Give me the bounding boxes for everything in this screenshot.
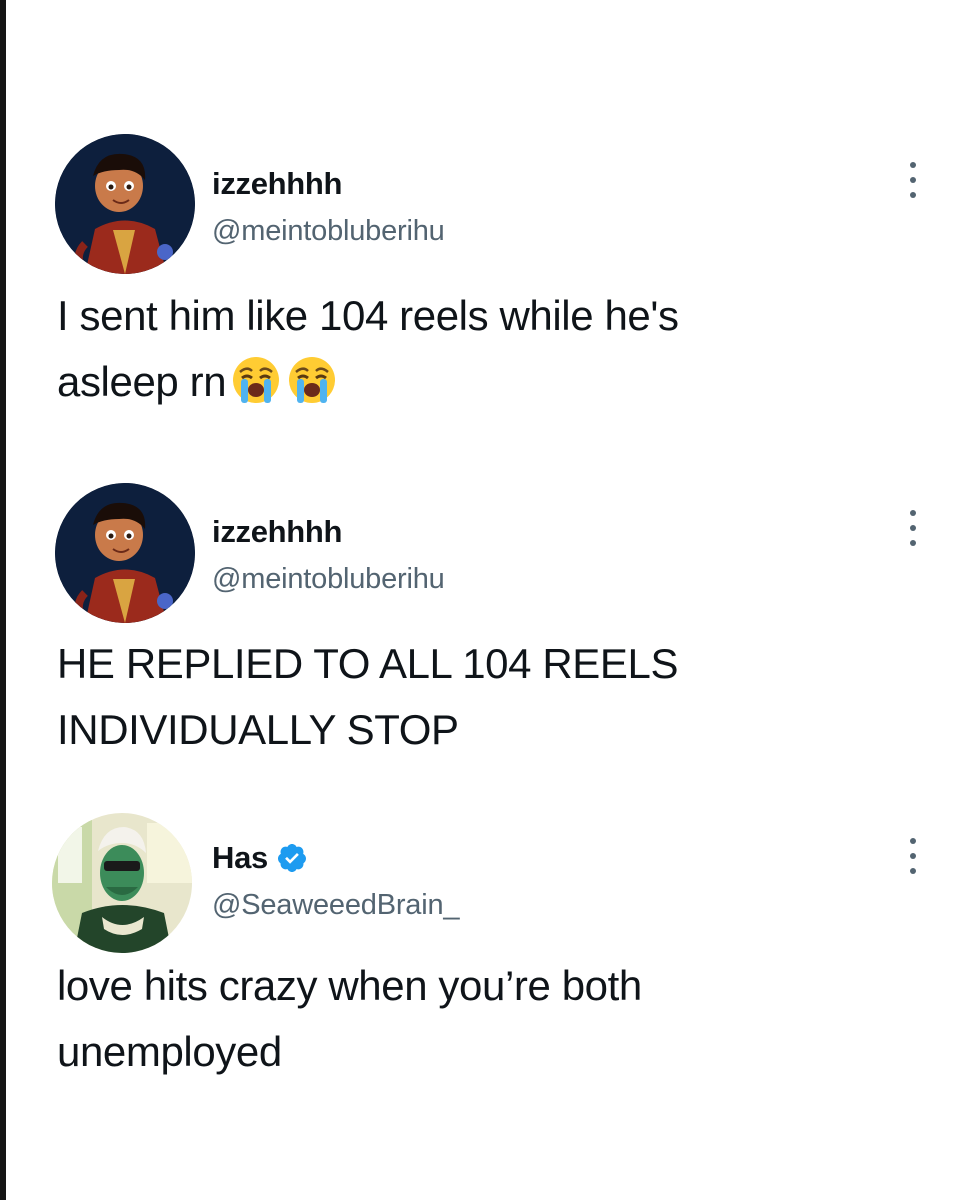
- tweet-text: HE REPLIED TO ALL 104 REELS INDIVIDUALLY…: [57, 640, 679, 753]
- dot-icon: [910, 853, 916, 859]
- avatar[interactable]: [52, 813, 192, 953]
- dot-icon: [910, 838, 916, 844]
- handle[interactable]: @meintobluberihu: [212, 562, 445, 596]
- avatar-image: [52, 813, 192, 953]
- dot-icon: [910, 525, 916, 531]
- display-name-text[interactable]: izzehhhh: [212, 166, 343, 202]
- verified-badge-icon: [276, 842, 308, 874]
- dot-icon: [910, 192, 916, 198]
- loudly-crying-face-icon: [286, 354, 338, 406]
- more-options-button[interactable]: [905, 510, 921, 546]
- dot-icon: [910, 510, 916, 516]
- handle[interactable]: @SeaweeedBrain_: [212, 888, 460, 922]
- avatar-image: [55, 134, 195, 274]
- display-name[interactable]: Has: [212, 840, 459, 876]
- avatar[interactable]: [55, 134, 195, 274]
- tweet-text: love hits crazy when you’re both unemplo…: [57, 962, 642, 1075]
- dot-icon: [910, 162, 916, 168]
- tweet-text: I sent him like 104 reels while he's asl…: [57, 283, 895, 415]
- more-options-button[interactable]: [905, 838, 921, 874]
- dot-icon: [910, 540, 916, 546]
- avatar-image: [55, 483, 195, 623]
- dot-icon: [910, 868, 916, 874]
- avatar[interactable]: [55, 483, 195, 623]
- display-name[interactable]: izzehhhh: [212, 166, 445, 202]
- more-options-button[interactable]: [905, 162, 921, 198]
- loudly-crying-face-icon: [230, 354, 282, 406]
- display-name[interactable]: izzehhhh: [212, 514, 445, 550]
- display-name-text[interactable]: Has: [212, 840, 268, 876]
- display-name-text[interactable]: izzehhhh: [212, 514, 343, 550]
- left-border: [0, 0, 6, 1200]
- tweet-text-content: I sent him like 104 reels while he's asl…: [57, 292, 679, 405]
- handle[interactable]: @meintobluberihu: [212, 214, 445, 248]
- dot-icon: [910, 177, 916, 183]
